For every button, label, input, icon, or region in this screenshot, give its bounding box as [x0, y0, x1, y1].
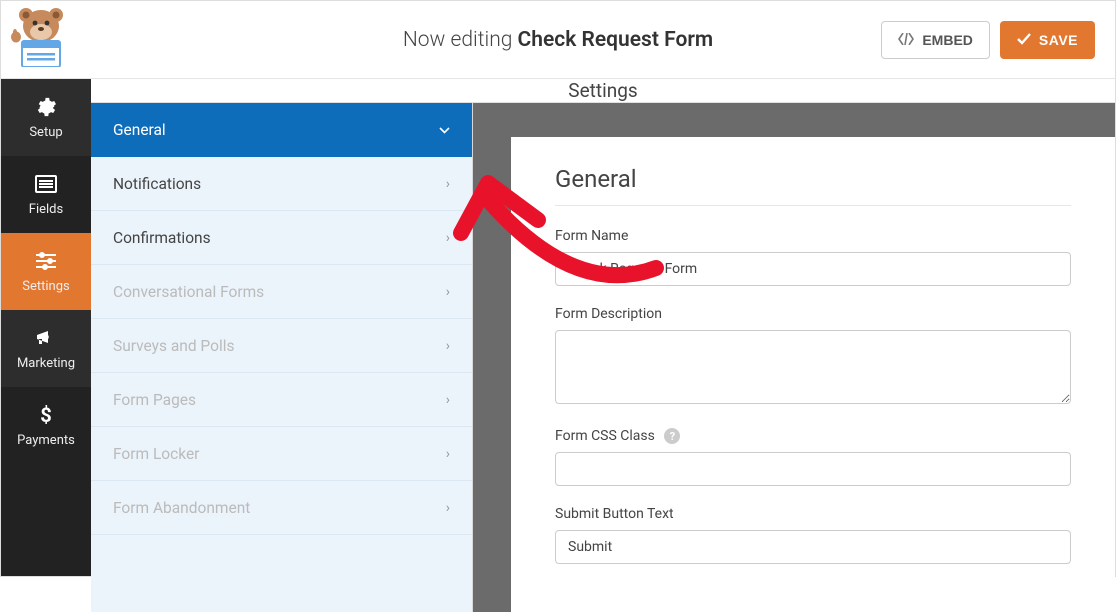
submit-button-text-input[interactable] — [555, 530, 1071, 564]
main: Setup Fields Settings Marketing $ Paymen… — [1, 79, 1115, 576]
sidebar-item-confirmations[interactable]: Confirmations › — [91, 211, 472, 265]
topbar: Now editing Check Request Form EMBED SAV… — [1, 1, 1115, 79]
nav-item-setup[interactable]: Setup — [1, 79, 91, 156]
panel-title: Settings — [91, 79, 1115, 103]
nav-item-marketing[interactable]: Marketing — [1, 310, 91, 387]
form-name-input[interactable] — [555, 252, 1071, 286]
logo — [7, 5, 75, 71]
content: Settings General Notifications › Confirm… — [91, 79, 1115, 576]
submit-button-text-label: Submit Button Text — [555, 506, 1071, 522]
chevron-right-icon: › — [446, 392, 450, 408]
editing-label: Now editing Check Request Form — [403, 28, 713, 52]
chevron-right-icon: › — [446, 500, 450, 516]
sidebar-item-form-abandonment[interactable]: Form Abandonment › — [91, 481, 472, 535]
chevron-right-icon: › — [446, 338, 450, 354]
sidebar-item-surveys-polls[interactable]: Surveys and Polls › — [91, 319, 472, 373]
nav-item-settings[interactable]: Settings — [1, 233, 91, 310]
svg-text:$: $ — [40, 404, 51, 426]
form-name-label: Form Name — [555, 228, 1071, 244]
gear-icon — [35, 96, 57, 118]
nav-label-setup: Setup — [29, 125, 62, 140]
embed-label: EMBED — [922, 32, 973, 48]
sidebar-item-label: Form Pages — [113, 391, 196, 409]
nav-label-fields: Fields — [29, 202, 63, 217]
form-panel: General Form Name Form Description Form … — [511, 137, 1115, 612]
embed-button[interactable]: EMBED — [881, 21, 990, 59]
form-description-label: Form Description — [555, 306, 1071, 322]
top-actions: EMBED SAVE — [881, 21, 1095, 59]
chevron-right-icon: › — [446, 176, 450, 192]
form-css-class-label: Form CSS Class ? — [555, 428, 1071, 444]
field-submit-button-text: Submit Button Text — [555, 506, 1071, 564]
sidebar-item-label: Conversational Forms — [113, 283, 264, 301]
help-icon[interactable]: ? — [664, 428, 680, 444]
form-title: Check Request Form — [518, 28, 714, 52]
code-icon — [898, 32, 914, 48]
chevron-right-icon: › — [446, 446, 450, 462]
nav-spacer — [1, 464, 91, 576]
sidebar-item-label: Notifications — [113, 175, 201, 193]
sidebar-item-label: General — [113, 121, 166, 139]
form-css-class-label-text: Form CSS Class — [555, 428, 655, 444]
nav-label-settings: Settings — [22, 279, 69, 294]
chevron-right-icon: › — [446, 284, 450, 300]
form-description-input[interactable] — [555, 330, 1071, 404]
body: General Notifications › Confirmations › … — [91, 103, 1115, 612]
sidebar-item-label: Confirmations — [113, 229, 211, 247]
sidebar-item-label: Surveys and Polls — [113, 337, 234, 355]
sidebar-item-form-locker[interactable]: Form Locker › — [91, 427, 472, 481]
chevron-right-icon: › — [446, 230, 450, 246]
field-form-description: Form Description — [555, 306, 1071, 408]
sidebar-item-label: Form Abandonment — [113, 499, 250, 517]
chevron-down-icon — [439, 122, 450, 138]
sidebar-item-form-pages[interactable]: Form Pages › — [91, 373, 472, 427]
nav-item-fields[interactable]: Fields — [1, 156, 91, 233]
save-button[interactable]: SAVE — [1000, 21, 1095, 59]
bullhorn-icon — [35, 327, 57, 349]
sidebar-item-general[interactable]: General — [91, 103, 472, 157]
nav: Setup Fields Settings Marketing $ Paymen… — [1, 79, 91, 576]
nav-label-payments: Payments — [17, 433, 75, 448]
nav-label-marketing: Marketing — [17, 356, 75, 371]
field-form-css-class: Form CSS Class ? — [555, 428, 1071, 486]
editing-prefix: Now editing — [403, 28, 518, 52]
section-title: General — [555, 165, 1071, 206]
sidebar-item-label: Form Locker — [113, 445, 199, 463]
check-icon — [1017, 32, 1031, 48]
nav-item-payments[interactable]: $ Payments — [1, 387, 91, 464]
settings-sidebar[interactable]: General Notifications › Confirmations › … — [91, 103, 473, 612]
save-label: SAVE — [1039, 32, 1078, 48]
sliders-icon — [35, 250, 57, 272]
sidebar-item-conversational-forms[interactable]: Conversational Forms › — [91, 265, 472, 319]
dollar-icon: $ — [35, 404, 57, 426]
sidebar-item-notifications[interactable]: Notifications › — [91, 157, 472, 211]
list-icon — [35, 173, 57, 195]
field-form-name: Form Name — [555, 228, 1071, 286]
form-css-class-input[interactable] — [555, 452, 1071, 486]
